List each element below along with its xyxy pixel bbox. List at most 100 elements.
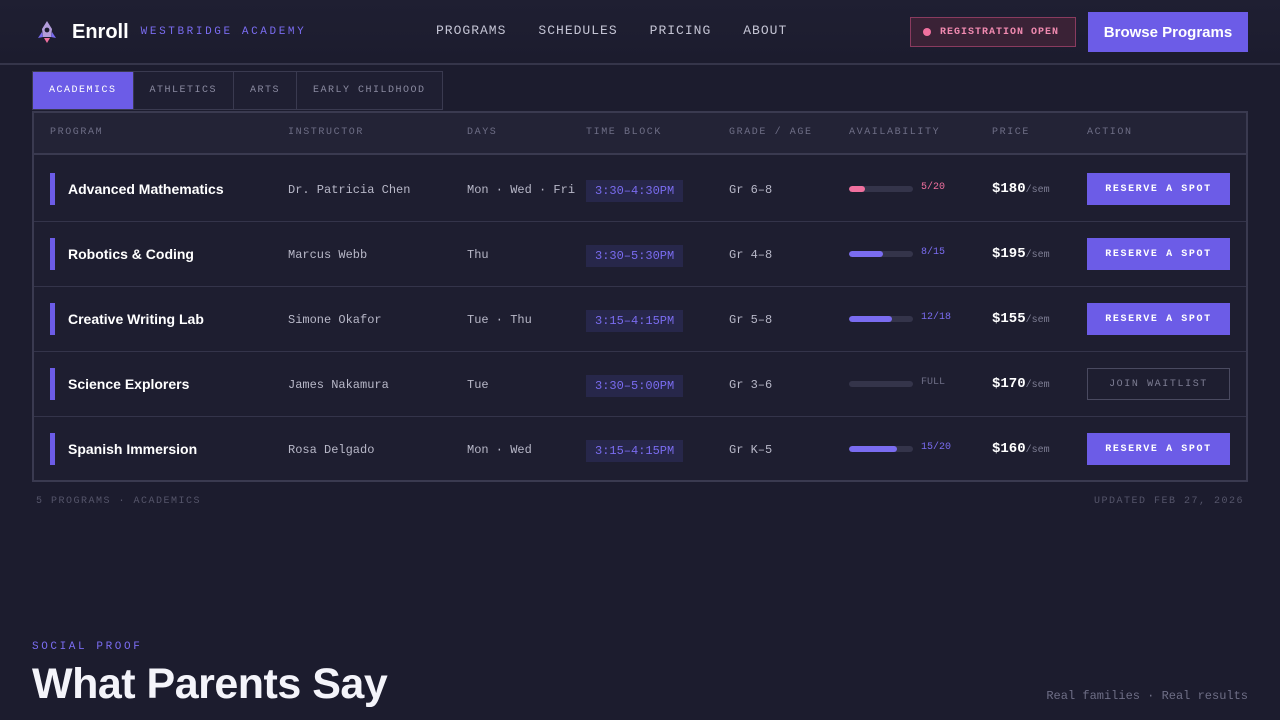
tab-athletics[interactable]: ATHLETICS: [134, 72, 235, 109]
availability-count: 5/20: [921, 182, 946, 193]
grade-range: Gr 5–8: [729, 313, 773, 327]
time-block-chip: 3:15–4:15PM: [586, 440, 684, 462]
brand[interactable]: Enroll WESTBRIDGE ACADEMY: [34, 19, 306, 45]
time-block-chip: 3:30–4:30PM: [586, 180, 684, 202]
program-days: Tue · Thu: [467, 313, 532, 327]
program-days: Thu: [467, 248, 489, 262]
nav-about[interactable]: ABOUT: [743, 23, 787, 38]
column-header-availability: AVAILABILITY: [849, 127, 941, 138]
availability-bar-fill: [849, 316, 892, 322]
main-nav: PROGRAMS SCHEDULES PRICING ABOUT: [436, 23, 819, 38]
instructor-name: Simone Okafor: [288, 313, 382, 327]
program-price: $170/sem: [992, 376, 1050, 392]
column-header-time-block: TIME BLOCK: [586, 127, 663, 138]
availability-bar: [849, 186, 913, 192]
table-header: PROGRAM INSTRUCTOR DAYS TIME BLOCK GRADE…: [34, 113, 1246, 155]
program-count: 5 PROGRAMS · ACADEMICS: [36, 496, 202, 507]
availability-bar: [849, 381, 913, 387]
program-days: Tue: [467, 378, 489, 392]
availability-count: FULL: [921, 377, 946, 388]
instructor-name: James Nakamura: [288, 378, 389, 392]
program-name: Robotics & Coding: [68, 246, 194, 262]
column-header-price: PRICE: [992, 127, 1031, 138]
availability-bar-fill: [849, 186, 865, 192]
program-price: $155/sem: [992, 311, 1050, 327]
instructor-name: Marcus Webb: [288, 248, 368, 262]
price-amount: $170: [992, 376, 1026, 392]
price-amount: $195: [992, 246, 1026, 262]
time-block-chip: 3:30–5:30PM: [586, 245, 684, 267]
table-row[interactable]: Robotics & Coding Marcus Webb Thu 3:30–5:30…: [34, 222, 1246, 287]
program-price: $195/sem: [992, 246, 1050, 262]
table-row[interactable]: Spanish Immersion Rosa Delgado Mon · Wed 3:…: [34, 417, 1246, 482]
row-accent-bar: [50, 303, 55, 335]
reserve-spot-button[interactable]: RESERVE A SPOT: [1087, 238, 1230, 270]
time-block-chip: 3:30–5:00PM: [586, 375, 684, 397]
price-amount: $180: [992, 181, 1026, 197]
grade-range: Gr 4–8: [729, 248, 773, 262]
brand-name: Enroll: [72, 20, 129, 43]
rocket-logo-icon: [38, 21, 56, 43]
program-days: Mon · Wed · Fri: [467, 183, 576, 197]
price-amount: $155: [992, 311, 1026, 327]
row-accent-bar: [50, 173, 55, 205]
price-unit: /sem: [1025, 185, 1050, 196]
table-row[interactable]: Advanced Mathematics Dr. Patricia Chen Mon…: [34, 157, 1246, 222]
time-block-chip: 3:15–4:15PM: [586, 310, 684, 332]
column-header-instructor: INSTRUCTOR: [288, 127, 365, 138]
program-days: Mon · Wed: [467, 443, 532, 457]
status-dot-icon: [923, 28, 931, 36]
reserve-spot-button[interactable]: RESERVE A SPOT: [1087, 433, 1230, 465]
brand-subtitle: WESTBRIDGE ACADEMY: [140, 26, 307, 38]
row-accent-bar: [50, 238, 55, 270]
reserve-spot-button[interactable]: RESERVE A SPOT: [1087, 173, 1230, 205]
price-unit: /sem: [1025, 315, 1050, 326]
availability-count: 8/15: [921, 247, 946, 258]
social-proof-title: What Parents Say: [32, 660, 388, 708]
price-amount: $160: [992, 441, 1026, 457]
availability-bar: [849, 316, 913, 322]
tab-academics[interactable]: ACADEMICS: [33, 72, 134, 109]
tab-arts[interactable]: ARTS: [234, 72, 298, 109]
nav-pricing[interactable]: PRICING: [650, 23, 712, 38]
tab-early-childhood[interactable]: EARLY CHILDHOOD: [297, 72, 442, 109]
availability-bar-fill: [849, 446, 897, 452]
availability-bar-fill: [849, 251, 884, 257]
row-accent-bar: [50, 433, 55, 465]
program-name: Advanced Mathematics: [68, 181, 224, 197]
programs-table: PROGRAM INSTRUCTOR DAYS TIME BLOCK GRADE…: [32, 111, 1248, 482]
social-proof-tagline: Real families · Real results: [1046, 689, 1248, 703]
table-row[interactable]: Creative Writing Lab Simone Okafor Tue · T…: [34, 287, 1246, 352]
price-unit: /sem: [1025, 250, 1050, 261]
column-header-days: DAYS: [467, 127, 498, 138]
browse-programs-button[interactable]: Browse Programs: [1088, 12, 1248, 52]
availability-bar: [849, 446, 913, 452]
program-name: Spanish Immersion: [68, 441, 198, 457]
updated-date: UPDATED FEB 27, 2026: [1093, 496, 1244, 507]
grade-range: Gr 6–8: [729, 183, 773, 197]
column-header-grade: GRADE / AGE: [729, 127, 813, 138]
join-waitlist-button[interactable]: JOIN WAITLIST: [1087, 368, 1230, 400]
program-price: $160/sem: [992, 441, 1050, 457]
nav-programs[interactable]: PROGRAMS: [436, 23, 506, 38]
program-name: Creative Writing Lab: [68, 311, 204, 327]
availability-count: 12/18: [921, 312, 952, 323]
program-price: $180/sem: [992, 181, 1050, 197]
nav-schedules[interactable]: SCHEDULES: [538, 23, 617, 38]
price-unit: /sem: [1025, 380, 1050, 391]
top-header: Enroll WESTBRIDGE ACADEMY PROGRAMS SCHED…: [0, 0, 1280, 65]
instructor-name: Rosa Delgado: [288, 443, 375, 457]
instructor-name: Dr. Patricia Chen: [288, 183, 411, 197]
availability-count: 15/20: [921, 442, 952, 453]
category-tabs: ACADEMICS ATHLETICS ARTS EARLY CHILDHOOD: [32, 71, 443, 110]
grade-range: Gr 3–6: [729, 378, 773, 392]
column-header-action: ACTION: [1087, 127, 1133, 138]
social-proof-eyebrow: SOCIAL PROOF: [32, 641, 143, 653]
registration-status-text: REGISTRATION OPEN: [940, 26, 1060, 38]
price-unit: /sem: [1025, 445, 1050, 456]
grade-range: Gr K–5: [729, 443, 773, 457]
reserve-spot-button[interactable]: RESERVE A SPOT: [1087, 303, 1230, 335]
table-row[interactable]: Science Explorers James Nakamura Tue 3:30–5…: [34, 352, 1246, 417]
program-name: Science Explorers: [68, 376, 190, 392]
availability-bar: [849, 251, 913, 257]
